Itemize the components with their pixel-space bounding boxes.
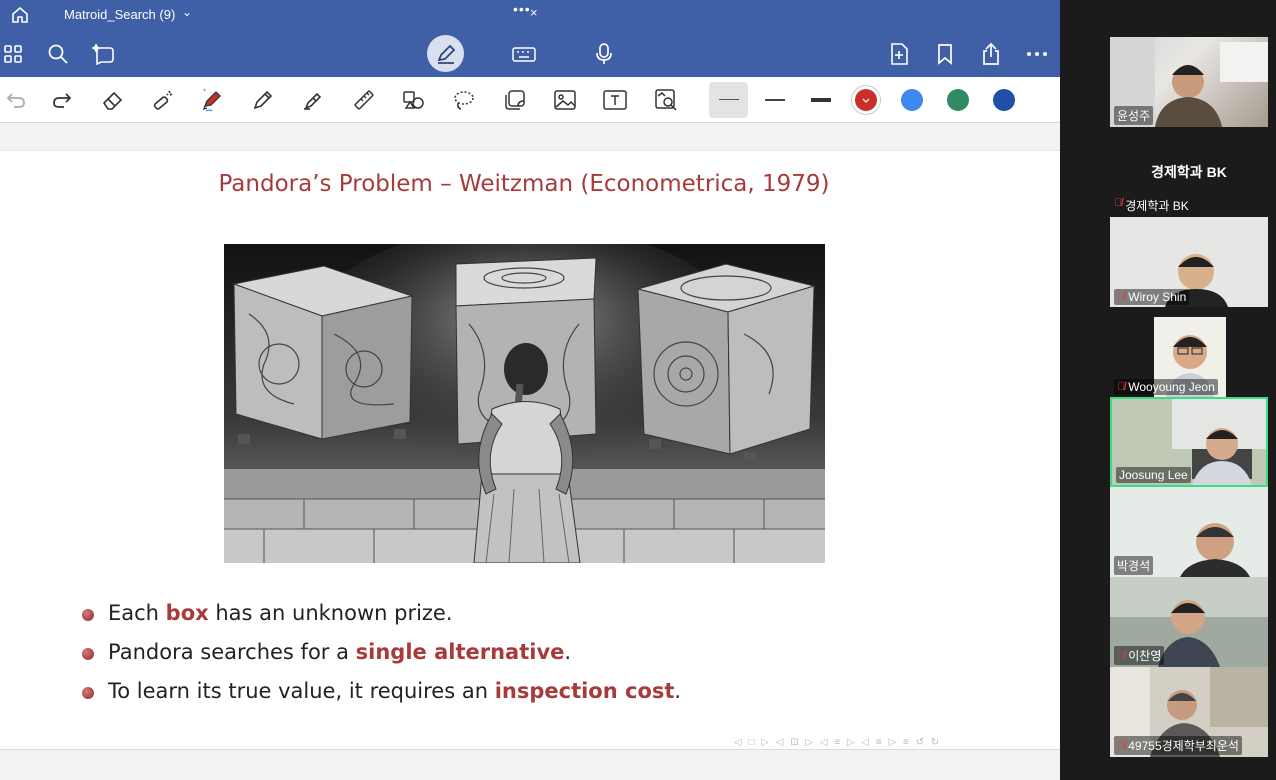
ai-assist-icon[interactable] — [90, 40, 118, 68]
participant-display-name: 경제학과 BK — [1151, 164, 1227, 180]
grid-view-icon[interactable] — [0, 40, 28, 68]
share-icon[interactable] — [977, 40, 1005, 68]
image-icon[interactable] — [551, 86, 579, 114]
participant-name: Joosung Lee — [1116, 467, 1191, 483]
color-green-swatch[interactable] — [947, 89, 969, 111]
mic-muted-icon: 🎙̸ — [1117, 381, 1126, 393]
laser-pointer-icon[interactable] — [149, 86, 177, 114]
participant-name: 박경석 — [1114, 556, 1154, 575]
participant-video-tile[interactable]: 윤성주 — [1110, 37, 1268, 127]
pencil-icon[interactable] — [249, 86, 277, 114]
highlighter-icon[interactable] — [299, 86, 327, 114]
participant-video-tile-active-speaker[interactable]: Joosung Lee — [1110, 397, 1268, 487]
text-box-icon[interactable] — [601, 86, 629, 114]
participant-video-tile[interactable]: 🎙̸ 49755경제학부최운석 — [1110, 667, 1268, 757]
home-icon[interactable] — [10, 5, 30, 25]
participants-panel: 윤성주 경제학과 BK 🎙̸ 경제학과 BK 🎙̸ Wiroy Shin 🎙̸ Woo… — [1060, 0, 1276, 780]
document-canvas[interactable]: Pandora’s Problem – Weitzman (Econometri… — [0, 124, 1060, 780]
shapes-icon[interactable] — [400, 86, 428, 114]
keyboard-icon[interactable] — [510, 40, 538, 68]
color-red-swatch[interactable] — [855, 89, 877, 111]
document-title[interactable]: Matroid_Search (9) — [64, 7, 175, 22]
mic-muted-icon: 🎙̸ — [1117, 291, 1126, 303]
app-root: Matroid_Search (9) ⌄ ••• × Pandora’s Pro… — [0, 0, 1276, 780]
image-search-icon[interactable] — [652, 86, 680, 114]
color-light-blue-swatch[interactable] — [901, 89, 923, 111]
bullet-dot-icon — [82, 648, 94, 660]
stroke-thin-option[interactable] — [719, 99, 739, 100]
participant-no-video-tile[interactable]: 경제학과 BK 🎙̸ 경제학과 BK — [1110, 130, 1268, 216]
mic-muted-icon: 🎙̸ — [1117, 739, 1126, 752]
more-options-icon[interactable] — [1023, 40, 1051, 68]
bullet-dot-icon — [82, 609, 94, 621]
search-icon[interactable] — [44, 40, 72, 68]
ruler-icon[interactable] — [350, 86, 378, 114]
participant-name: 🎙̸ 이찬영 — [1114, 646, 1165, 665]
slide-title: Pandora’s Problem – Weitzman (Econometri… — [218, 171, 830, 197]
participant-video-tile[interactable]: 🎙̸ Wiroy Shin — [1110, 217, 1268, 307]
lasso-icon[interactable] — [450, 86, 478, 114]
pen-mode-button[interactable] — [427, 35, 464, 72]
stroke-thick-option[interactable] — [811, 98, 831, 102]
sticker-icon[interactable] — [501, 86, 529, 114]
stroke-thin-selected-bg[interactable] — [709, 82, 748, 118]
color-dark-blue-swatch[interactable] — [993, 89, 1015, 111]
participant-name: 🎙̸ 경제학과 BK — [1114, 197, 1189, 213]
main-toolbar — [0, 30, 1060, 77]
pandora-boxes-illustration — [224, 244, 825, 563]
mic-muted-icon: 🎙̸ — [1114, 197, 1123, 209]
mic-muted-icon: 🎙̸ — [1117, 649, 1126, 662]
microphone-icon[interactable] — [590, 40, 618, 68]
participant-name: 🎙̸ Wooyoung Jeon — [1114, 379, 1218, 395]
close-icon[interactable]: × — [530, 5, 538, 20]
add-page-icon[interactable] — [885, 40, 913, 68]
more-dots-icon[interactable]: ••• — [513, 1, 531, 17]
drawing-toolbar — [0, 77, 1060, 123]
beamer-navigation-symbols[interactable]: ◁ □ ▷ ◁ ⊡ ▷ ◁ ≡ ▷ ◁ ≡ ▷ ≡ ↺ ↻ — [734, 737, 941, 748]
undo-icon[interactable] — [2, 86, 30, 114]
pen-tool-icon[interactable] — [198, 86, 226, 114]
title-bar: Matroid_Search (9) ⌄ ••• × — [0, 0, 1060, 30]
participant-video-tile[interactable]: 🎙̸ 이찬영 — [1110, 577, 1268, 667]
stroke-medium-option[interactable] — [765, 99, 785, 101]
eraser-icon[interactable] — [99, 86, 127, 114]
participant-name: 윤성주 — [1114, 106, 1154, 125]
bullet-dot-icon — [82, 687, 94, 699]
slide-page: Pandora’s Problem – Weitzman (Econometri… — [0, 150, 1060, 750]
participant-name: 🎙̸ Wiroy Shin — [1114, 289, 1190, 305]
bookmark-icon[interactable] — [931, 40, 959, 68]
notes-app: Matroid_Search (9) ⌄ ••• × Pandora’s Pro… — [0, 0, 1060, 780]
participant-name: 🎙̸ 49755경제학부최운석 — [1114, 736, 1242, 755]
chevron-down-icon[interactable]: ⌄ — [182, 5, 192, 19]
participant-video-tile[interactable]: 🎙̸ Wooyoung Jeon — [1110, 307, 1268, 397]
redo-icon[interactable] — [48, 86, 76, 114]
participant-video-tile[interactable]: 박경석 — [1110, 487, 1268, 577]
